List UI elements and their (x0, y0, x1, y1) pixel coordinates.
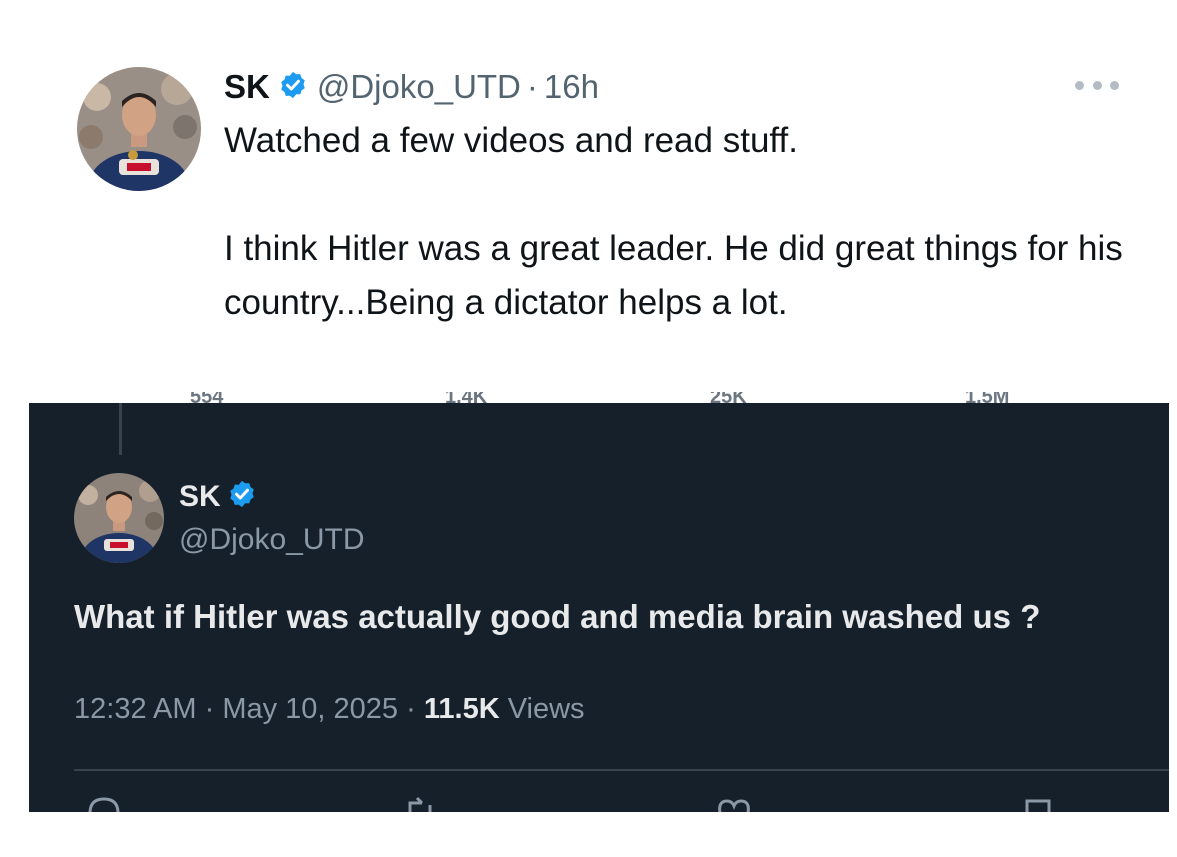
thread-connector-line (119, 403, 122, 455)
verified-badge-icon (278, 70, 308, 105)
profile-avatar[interactable] (77, 67, 201, 191)
tweet-text: Watched a few videos and read stuff. I t… (224, 121, 1123, 322)
action-bar (74, 793, 1134, 812)
more-dot (1110, 80, 1119, 90)
bottom-margin (0, 812, 1177, 857)
light-tweet-card: SK @Djoko_UTD · 16h Watched a few videos… (0, 0, 1177, 403)
verified-badge-icon (227, 479, 257, 514)
views-count: 11.5K (423, 693, 500, 725)
tweet-text: What if Hitler was actually good and med… (74, 598, 1041, 635)
more-dot (1092, 80, 1102, 90)
like-icon[interactable] (714, 793, 754, 812)
profile-avatar[interactable] (74, 473, 164, 563)
separator-dot: · (204, 693, 215, 725)
tweet-date[interactable]: May 10, 2025 (222, 693, 398, 725)
tweet-metadata: 12:32 AM · May 10, 2025 · 11.5K Views (74, 693, 585, 726)
relative-timestamp[interactable]: 16h (544, 68, 599, 106)
display-name[interactable]: SK (224, 68, 270, 106)
display-name[interactable]: SK (179, 480, 221, 514)
more-options-icon[interactable] (1071, 70, 1123, 100)
repost-icon[interactable] (404, 793, 444, 812)
avatar-photo (77, 67, 201, 191)
divider (74, 769, 1169, 771)
username-handle[interactable]: @Djoko_UTD (179, 523, 365, 557)
bookmark-icon[interactable] (1019, 793, 1059, 812)
avatar-photo (74, 473, 164, 563)
tweet-header: SK @Djoko_UTD · 16h (224, 64, 599, 110)
username-handle[interactable]: @Djoko_UTD (317, 68, 521, 106)
dark-tweet-card: SK @Djoko_UTD What if Hitler was actuall… (29, 403, 1169, 812)
views-label: Views (507, 693, 585, 725)
separator-dot: · (526, 68, 538, 105)
more-dot (1075, 80, 1084, 90)
tweet-author-row: SK (179, 479, 257, 514)
separator-dot: · (406, 693, 416, 725)
tweet-time[interactable]: 12:32 AM (74, 693, 197, 725)
reply-icon[interactable] (86, 793, 126, 812)
